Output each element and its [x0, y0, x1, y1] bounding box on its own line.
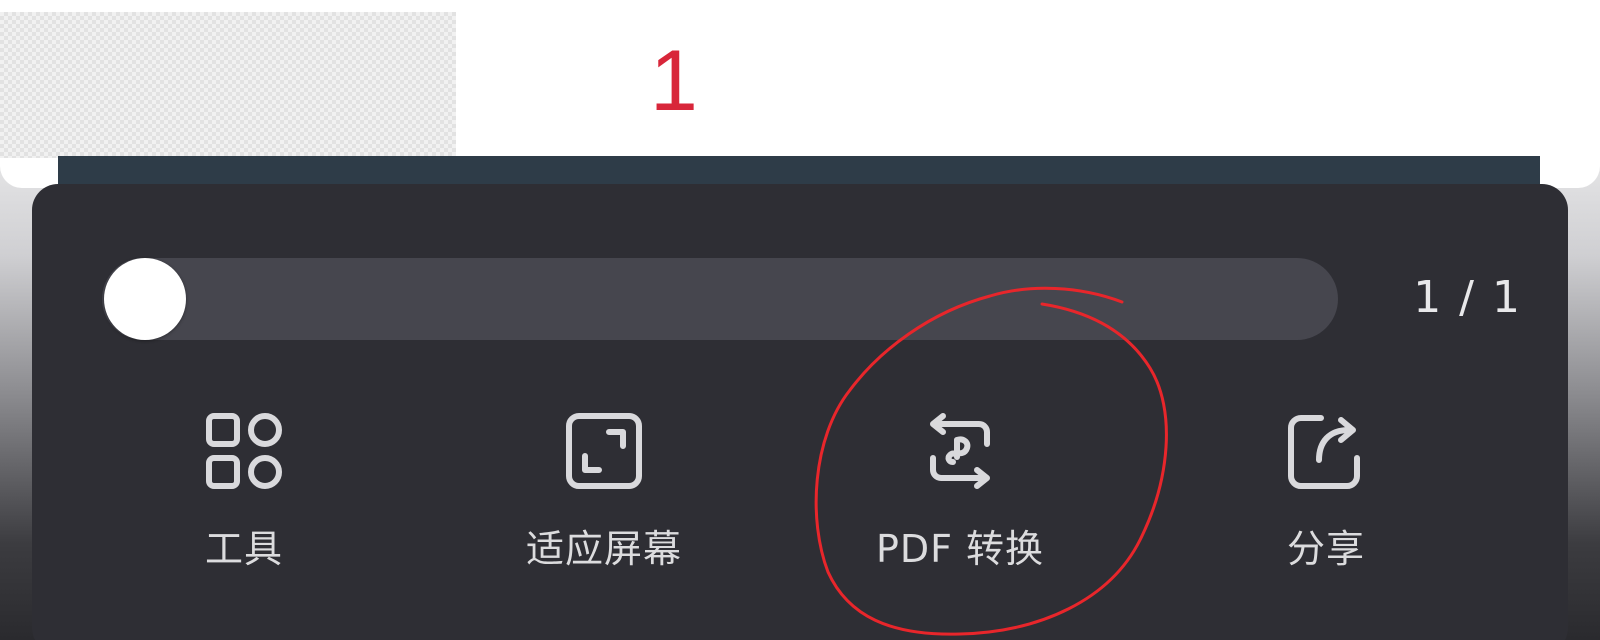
share-label: 分享 — [1286, 527, 1365, 571]
page-slider-row: 1 / 1 — [102, 258, 1520, 342]
page-slider-thumb[interactable] — [104, 258, 186, 340]
page-indicator: 1 / 1 — [1413, 272, 1522, 323]
fit-screen-label: 适应屏幕 — [525, 527, 682, 571]
page-slider-track[interactable] — [102, 258, 1338, 340]
action-bar: 工具 适应屏幕 PDF 转换 分享 — [32, 410, 1568, 590]
tools-label: 工具 — [204, 527, 283, 571]
page-number-mark: 1 — [650, 33, 698, 129]
page-thumbnail[interactable] — [0, 12, 456, 158]
fit-screen-icon — [566, 413, 642, 489]
bottom-toolbar-sheet: 1 / 1 工具 适应屏幕 PDF 转换 分享 — [32, 184, 1568, 640]
tools-button[interactable]: 工具 — [94, 410, 394, 590]
pdf-convert-icon — [930, 413, 990, 489]
app-screen: 1 1 / 1 工具 适应屏幕 PDF 转换 分享 — [0, 0, 1600, 640]
pdf-convert-button[interactable]: PDF 转换 — [810, 410, 1110, 590]
grid-tools-icon — [206, 413, 282, 489]
document-strip — [58, 156, 1540, 186]
pdf-convert-label: PDF 转换 — [875, 527, 1045, 571]
share-icon — [1288, 415, 1360, 489]
fit-screen-button[interactable]: 适应屏幕 — [454, 410, 754, 590]
share-button[interactable]: 分享 — [1176, 410, 1476, 590]
